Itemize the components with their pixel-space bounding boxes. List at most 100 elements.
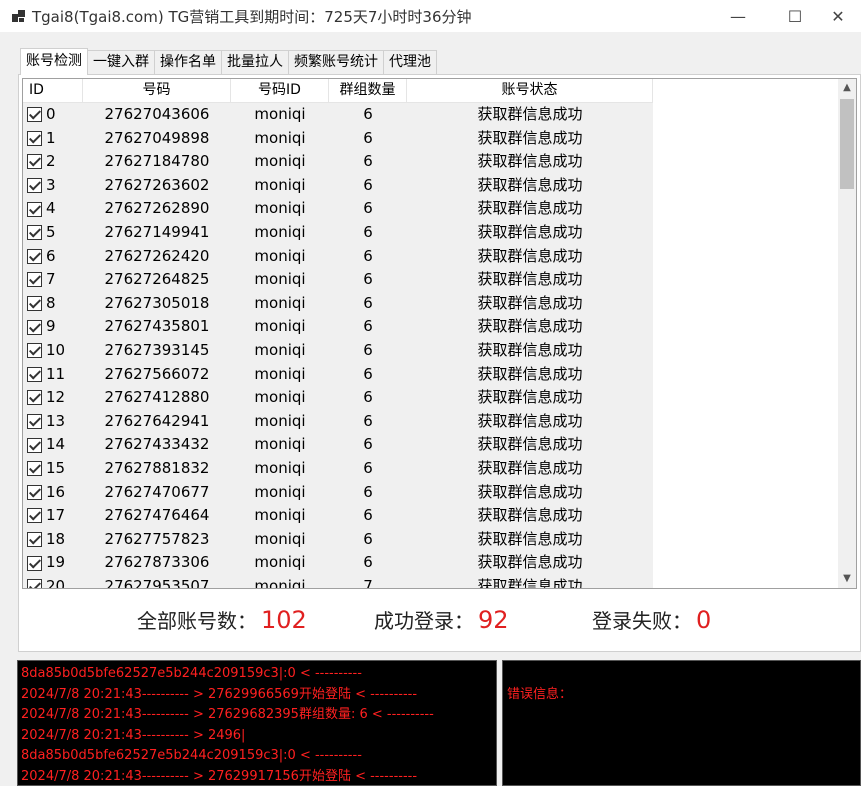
checkbox-checked-icon[interactable] bbox=[27, 130, 42, 146]
checkbox-checked-icon[interactable] bbox=[27, 555, 42, 571]
checkbox-checked-icon[interactable] bbox=[27, 225, 42, 241]
cell-phone-id: moniqi bbox=[254, 128, 306, 147]
table-row[interactable]: 14 27627433432 moniqi 6 获取群信息成功 bbox=[23, 433, 653, 457]
cell-phone-id: moniqi bbox=[254, 506, 306, 525]
column-header-status[interactable]: 账号状态 bbox=[407, 79, 653, 103]
cell-status: 获取群信息成功 bbox=[477, 482, 583, 501]
tab-join-group[interactable]: 一键入群 bbox=[87, 50, 155, 75]
row-id-text: 18 bbox=[46, 529, 66, 548]
log-line: 2024/7/8 20:21:43---------- > 2762968239… bbox=[21, 707, 434, 722]
scroll-thumb[interactable] bbox=[840, 99, 854, 189]
table-row[interactable]: 2 27627184780 moniqi 6 获取群信息成功 bbox=[23, 150, 653, 174]
checkbox-checked-icon[interactable] bbox=[27, 461, 42, 477]
tab-strip: 账号检测 一键入群 操作名单 批量拉人 频繁账号统计 代理池 bbox=[20, 48, 437, 75]
cell-phone: 27627264825 bbox=[104, 270, 210, 289]
error-output[interactable]: 错误信息： bbox=[502, 660, 861, 786]
table-row[interactable]: 11 27627566072 moniqi 6 获取群信息成功 bbox=[23, 362, 653, 387]
cell-group-count: 6 bbox=[363, 529, 373, 548]
table-row[interactable]: 0 27627043606 moniqi 6 获取群信息成功 bbox=[23, 103, 653, 127]
table-row[interactable]: 1 27627049898 moniqi 6 获取群信息成功 bbox=[23, 126, 653, 151]
tab-frequent-accounts[interactable]: 频繁账号统计 bbox=[288, 50, 384, 75]
checkbox-checked-icon[interactable] bbox=[27, 201, 42, 217]
checkbox-checked-icon[interactable] bbox=[27, 272, 42, 288]
checkbox-checked-icon[interactable] bbox=[27, 107, 42, 123]
column-header-group-count[interactable]: 群组数量 bbox=[329, 79, 407, 103]
table-row[interactable]: 4 27627262890 moniqi 6 获取群信息成功 bbox=[23, 197, 653, 221]
table-row[interactable]: 10 27627393145 moniqi 6 获取群信息成功 bbox=[23, 338, 653, 363]
cell-group-count: 6 bbox=[363, 270, 373, 289]
table-row[interactable]: 7 27627264825 moniqi 6 获取群信息成功 bbox=[23, 268, 653, 292]
cell-status: 获取群信息成功 bbox=[477, 388, 583, 407]
cell-group-count: 6 bbox=[363, 199, 373, 218]
table-row[interactable]: 12 27627412880 moniqi 6 获取群信息成功 bbox=[23, 386, 653, 410]
success-login-stat: 成功登录： 92 bbox=[374, 605, 509, 634]
cell-status: 获取群信息成功 bbox=[477, 576, 583, 589]
checkbox-checked-icon[interactable] bbox=[27, 437, 42, 453]
failed-login-value: 0 bbox=[696, 606, 712, 634]
checkbox-checked-icon[interactable] bbox=[27, 579, 42, 588]
column-header-id[interactable]: ID bbox=[23, 79, 83, 103]
total-accounts-label: 全部账号数： bbox=[137, 609, 257, 633]
scroll-up-icon[interactable]: ▲ bbox=[838, 79, 856, 97]
cell-group-count: 6 bbox=[363, 364, 373, 383]
minimize-button[interactable]: — bbox=[715, 0, 761, 32]
tab-proxy-pool[interactable]: 代理池 bbox=[383, 50, 437, 75]
tab-operation-list[interactable]: 操作名单 bbox=[154, 50, 222, 75]
checkbox-checked-icon[interactable] bbox=[27, 154, 42, 170]
checkbox-checked-icon[interactable] bbox=[27, 343, 42, 359]
checkbox-checked-icon[interactable] bbox=[27, 390, 42, 406]
scroll-down-icon[interactable]: ▼ bbox=[838, 570, 856, 588]
tab-account-check[interactable]: 账号检测 bbox=[20, 48, 88, 75]
table-row[interactable]: 17 27627476464 moniqi 6 获取群信息成功 bbox=[23, 504, 653, 528]
checkbox-checked-icon[interactable] bbox=[27, 484, 42, 500]
vertical-scrollbar[interactable]: ▲ ▼ bbox=[838, 79, 856, 588]
close-button[interactable]: ✕ bbox=[815, 0, 861, 32]
cell-id: 18 bbox=[23, 528, 83, 552]
checkbox-checked-icon[interactable] bbox=[27, 178, 42, 194]
table-row[interactable]: 19 27627873306 moniqi 6 获取群信息成功 bbox=[23, 551, 653, 575]
table-row[interactable]: 20 27627953507 moniqi 7 获取群信息成功 bbox=[23, 574, 653, 589]
cell-group-count: 6 bbox=[363, 553, 373, 572]
cell-phone: 27627412880 bbox=[104, 388, 210, 407]
table-row[interactable]: 15 27627881832 moniqi 6 获取群信息成功 bbox=[23, 456, 653, 481]
table-row[interactable]: 3 27627263602 moniqi 6 获取群信息成功 bbox=[23, 173, 653, 198]
cell-phone-id: moniqi bbox=[254, 270, 306, 289]
tab-batch-invite[interactable]: 批量拉人 bbox=[221, 50, 289, 75]
table-row[interactable]: 9 27627435801 moniqi 6 获取群信息成功 bbox=[23, 315, 653, 339]
row-id-text: 12 bbox=[46, 388, 66, 407]
column-header-phone[interactable]: 号码 bbox=[83, 79, 231, 103]
log-output[interactable]: 8da85b0d5bfe62527e5b244c209159c3|:0 < --… bbox=[17, 660, 497, 786]
table-row[interactable]: 8 27627305018 moniqi 6 获取群信息成功 bbox=[23, 291, 653, 316]
checkbox-checked-icon[interactable] bbox=[27, 319, 42, 335]
cell-phone-id: moniqi bbox=[254, 576, 306, 589]
table-row[interactable]: 13 27627642941 moniqi 6 获取群信息成功 bbox=[23, 409, 653, 434]
table-row[interactable]: 18 27627757823 moniqi 6 获取群信息成功 bbox=[23, 527, 653, 552]
error-label: 错误信息： bbox=[507, 687, 573, 702]
cell-phone-id: moniqi bbox=[254, 458, 306, 477]
cell-id: 17 bbox=[23, 504, 83, 528]
checkbox-checked-icon[interactable] bbox=[27, 248, 42, 264]
maximize-button[interactable]: ☐ bbox=[772, 0, 818, 32]
cell-id: 8 bbox=[23, 292, 83, 316]
table-row[interactable]: 6 27627262420 moniqi 6 获取群信息成功 bbox=[23, 244, 653, 269]
cell-phone-id: moniqi bbox=[254, 175, 306, 194]
table-row[interactable]: 5 27627149941 moniqi 6 获取群信息成功 bbox=[23, 220, 653, 245]
window-title: Tgai8(Tgai8.com) TG营销工具到期时间：725天7小时时36分钟 bbox=[32, 7, 472, 26]
checkbox-checked-icon[interactable] bbox=[27, 508, 42, 524]
checkbox-checked-icon[interactable] bbox=[27, 296, 42, 312]
cell-status: 获取群信息成功 bbox=[477, 553, 583, 572]
column-header-phone-id[interactable]: 号码ID bbox=[231, 79, 329, 103]
row-id-text: 0 bbox=[46, 105, 56, 123]
cell-id: 6 bbox=[23, 245, 83, 269]
table-row[interactable]: 16 27627470677 moniqi 6 获取群信息成功 bbox=[23, 480, 653, 505]
grid-header: ID 号码 号码ID 群组数量 账号状态 bbox=[23, 79, 653, 103]
cell-id: 1 bbox=[23, 127, 83, 151]
cell-phone-id: moniqi bbox=[254, 199, 306, 218]
cell-status: 获取群信息成功 bbox=[477, 458, 583, 477]
checkbox-checked-icon[interactable] bbox=[27, 414, 42, 430]
accounts-grid[interactable]: ID 号码 号码ID 群组数量 账号状态 0 27627043606 moniqi 6… bbox=[22, 78, 857, 589]
checkbox-checked-icon[interactable] bbox=[27, 531, 42, 547]
checkbox-checked-icon[interactable] bbox=[27, 366, 42, 382]
cell-id: 14 bbox=[23, 433, 83, 457]
row-id-text: 2 bbox=[46, 152, 56, 171]
